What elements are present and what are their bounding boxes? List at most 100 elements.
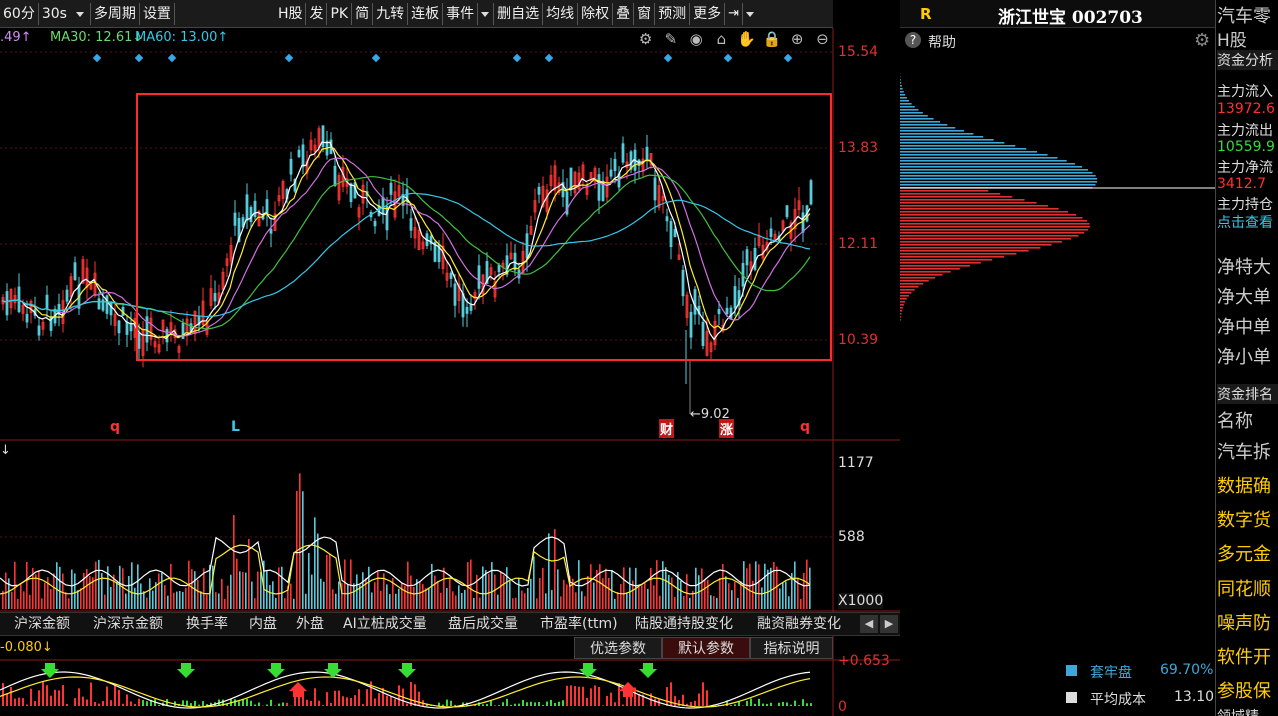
volume-bar	[380, 590, 382, 609]
volume-bar	[668, 574, 670, 609]
volume-bar	[782, 582, 784, 609]
volume-bar	[365, 578, 367, 609]
tab-after-hours[interactable]: 盘后成交量	[448, 613, 518, 635]
tab-inner[interactable]: 内盘	[249, 613, 277, 635]
volume-bar	[503, 575, 505, 609]
macd-bar	[14, 698, 16, 706]
event-marker-icon[interactable]	[134, 53, 144, 63]
event-marker-icon[interactable]	[663, 53, 673, 63]
default-params-button[interactable]: 默认参数	[662, 637, 750, 659]
rank-item[interactable]: 汽车拆	[1217, 438, 1278, 464]
macd-bar	[158, 704, 160, 706]
event-marker-icon[interactable]	[723, 53, 733, 63]
tab-margin[interactable]: 融资融券变化	[757, 613, 841, 635]
rank-item[interactable]: 噪声防	[1217, 609, 1278, 635]
marker-rise[interactable]: 涨	[719, 419, 735, 438]
volume-bar	[401, 583, 403, 609]
marker-q[interactable]: q	[800, 419, 810, 435]
candle	[349, 182, 353, 208]
volume-bar	[242, 571, 244, 609]
price-chart[interactable]	[0, 0, 900, 716]
rank-item[interactable]: 参股保	[1217, 677, 1278, 703]
indicator-explain-button[interactable]: 指标说明	[750, 637, 833, 659]
tab-hkconnect[interactable]: 陆股通持股变化	[635, 613, 733, 635]
volume-bar	[809, 567, 811, 609]
macd-bar	[326, 692, 328, 706]
tab-ai-volume[interactable]: AI立桩成交量	[343, 613, 427, 635]
gear-icon[interactable]: ⚙	[1194, 30, 1210, 51]
rank-item[interactable]: 多元金	[1217, 540, 1278, 566]
volume-bar	[398, 588, 400, 609]
macd-bar	[130, 701, 132, 706]
marker-q[interactable]: q	[110, 419, 120, 435]
event-marker-icon[interactable]	[512, 53, 522, 63]
macd-bar	[382, 687, 384, 706]
tab-pe[interactable]: 市盈率(ttm)	[540, 613, 618, 635]
volume-bar	[803, 572, 805, 609]
tab-left-arrow-icon[interactable]: ◀	[860, 615, 878, 633]
rank-item[interactable]: 数据确	[1217, 472, 1278, 498]
rank-item[interactable]: 同花顺	[1217, 575, 1278, 601]
price-tick: 13.83	[838, 140, 879, 156]
tab-hs-amount[interactable]: 沪深金额	[14, 613, 70, 635]
volume-bar	[461, 593, 463, 609]
volume-bar	[317, 533, 319, 609]
help-icon[interactable]: ?	[905, 32, 921, 48]
tab-hsj-amount[interactable]: 沪深京金额	[93, 613, 163, 635]
macd-bar	[802, 699, 804, 706]
chip-bar	[900, 247, 1041, 249]
volume-bar	[644, 583, 646, 609]
marker-l[interactable]: L	[231, 419, 240, 435]
macd-bar	[574, 686, 576, 706]
volume-bar	[125, 593, 127, 609]
event-marker-icon[interactable]	[371, 53, 381, 63]
volume-bar	[326, 554, 328, 609]
volume-bar	[680, 580, 682, 609]
optimal-params-button[interactable]: 优选参数	[574, 637, 662, 659]
volume-bar	[773, 561, 775, 609]
chip-bar	[900, 232, 1085, 234]
rank-item[interactable]: 数字货	[1217, 506, 1278, 532]
volume-bar	[551, 590, 553, 609]
help-link[interactable]: 帮助	[928, 32, 956, 52]
tab-right-arrow-icon[interactable]: ▶	[880, 615, 898, 633]
event-marker-icon[interactable]	[92, 53, 102, 63]
chip-bar	[900, 250, 1029, 252]
event-marker-icon[interactable]	[783, 53, 793, 63]
chip-bar	[900, 190, 989, 192]
candle	[573, 170, 577, 198]
candle	[785, 204, 789, 220]
volume-bar	[389, 594, 391, 609]
volume-bar	[536, 598, 538, 609]
marker-finance[interactable]: 财	[659, 419, 675, 438]
volume-bar	[104, 594, 106, 609]
volume-bar	[197, 579, 199, 609]
chip-bar	[900, 241, 1062, 243]
event-marker-icon[interactable]	[544, 53, 554, 63]
volume-bar	[254, 598, 256, 609]
chip-bar	[900, 88, 903, 90]
chip-bar	[900, 286, 919, 288]
click-view-link[interactable]: 点击查看	[1217, 212, 1278, 232]
event-marker-icon[interactable]	[167, 53, 177, 63]
volume-bar	[272, 581, 274, 609]
tab-outer[interactable]: 外盘	[296, 613, 324, 635]
macd-bar	[506, 698, 508, 706]
macd-bar	[330, 702, 332, 706]
tab-turnover[interactable]: 换手率	[186, 613, 228, 635]
rank-item[interactable]: 领域精	[1217, 706, 1278, 716]
event-marker-icon[interactable]	[284, 53, 294, 63]
chip-bar	[900, 274, 943, 276]
sell-arrow-icon	[639, 663, 657, 678]
macd-bar	[702, 682, 704, 706]
candle	[309, 131, 313, 156]
macd-bar	[794, 700, 796, 706]
candle	[301, 138, 305, 175]
macd-bar	[266, 704, 268, 706]
volume-bar	[650, 568, 652, 609]
volume-bar	[452, 591, 454, 609]
chip-bar	[900, 151, 1038, 153]
volume-bar	[260, 572, 262, 609]
rank-item[interactable]: 软件开	[1217, 643, 1278, 669]
candle	[521, 241, 525, 275]
